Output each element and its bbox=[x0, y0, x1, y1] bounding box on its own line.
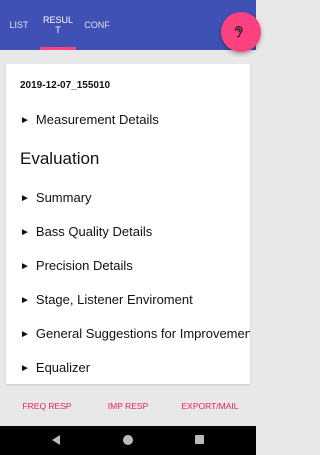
expand-arrow-icon: ► bbox=[20, 227, 30, 238]
freq-resp-button[interactable]: FREQ RESP bbox=[14, 386, 80, 426]
section-bass-quality[interactable]: ► Bass Quality Details bbox=[20, 224, 152, 239]
back-icon[interactable] bbox=[52, 435, 60, 445]
tab-list[interactable]: LIST bbox=[6, 0, 32, 50]
section-measurement-details[interactable]: ► Measurement Details bbox=[20, 112, 159, 127]
expand-arrow-icon: ► bbox=[20, 193, 30, 204]
tab-result-label: RESUL T bbox=[42, 15, 73, 35]
system-nav-bar bbox=[0, 426, 256, 455]
expand-arrow-icon: ► bbox=[20, 115, 30, 126]
evaluation-heading: Evaluation bbox=[20, 149, 100, 168]
tab-conf[interactable]: CONF bbox=[82, 0, 112, 50]
bottom-action-bar: FREQ RESP IMP RESP EXPORT/MAIL bbox=[0, 386, 256, 426]
expand-arrow-icon: ► bbox=[20, 261, 30, 272]
tab-indicator bbox=[40, 47, 76, 50]
section-summary[interactable]: ► Summary bbox=[20, 190, 92, 205]
expand-arrow-icon: ► bbox=[20, 329, 30, 340]
tab-result[interactable]: RESUL T bbox=[40, 0, 76, 50]
section-precision[interactable]: ► Precision Details bbox=[20, 258, 133, 273]
section-equalizer[interactable]: ► Equalizer bbox=[20, 360, 90, 375]
app-bar: LIST RESUL T CONF bbox=[0, 0, 256, 50]
listen-fab-button[interactable] bbox=[221, 12, 261, 52]
result-card: 2019-12-07_155010 ► Measurement Details E… bbox=[6, 64, 250, 384]
ear-icon bbox=[234, 25, 243, 38]
expand-arrow-icon: ► bbox=[20, 295, 30, 306]
section-general-suggestions[interactable]: ► General Suggestions for Improvement bbox=[20, 326, 250, 341]
recent-apps-icon[interactable] bbox=[195, 435, 204, 444]
home-icon[interactable] bbox=[123, 435, 133, 445]
measurement-timestamp: 2019-12-07_155010 bbox=[20, 80, 111, 91]
export-mail-button[interactable]: EXPORT/MAIL bbox=[174, 386, 246, 426]
section-stage-listener[interactable]: ► Stage, Listener Enviroment bbox=[20, 292, 193, 307]
imp-resp-button[interactable]: IMP RESP bbox=[96, 386, 160, 426]
expand-arrow-icon: ► bbox=[20, 363, 30, 374]
